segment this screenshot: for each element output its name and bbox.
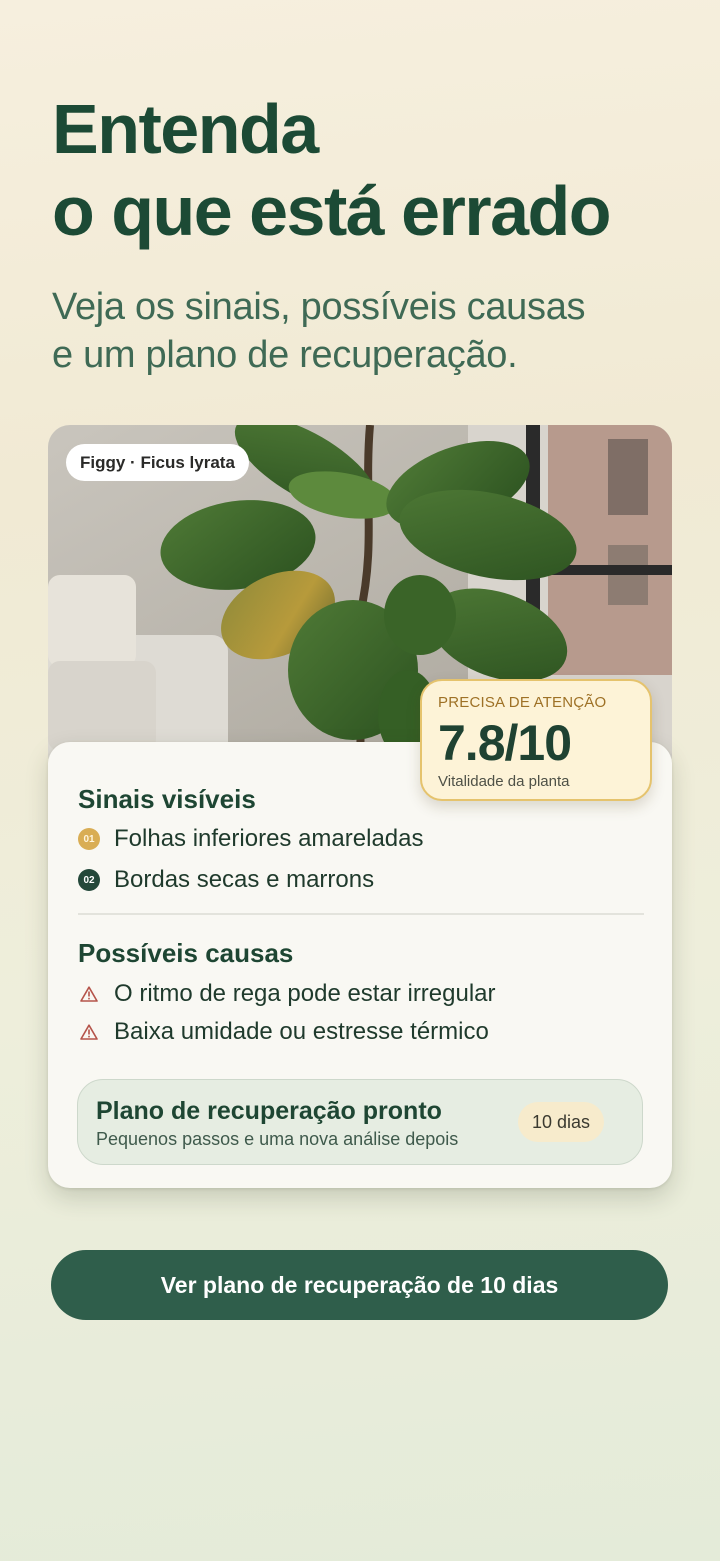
sign-number-badge: 01	[78, 828, 100, 850]
sign-item: 01 Folhas inferiores amareladas	[78, 825, 423, 853]
signs-title: Sinais visíveis	[78, 784, 256, 814]
diagnosis-card: Sinais visíveis 01 Folhas inferiores ama…	[48, 742, 672, 1188]
warning-icon	[78, 983, 100, 1005]
sign-number-badge: 02	[78, 869, 100, 891]
causes-title: Possíveis causas	[78, 938, 294, 968]
vitality-score-card: PRECISA DE ATENÇÃO 7.8/10 Vitalidade da …	[420, 679, 652, 801]
page-subtitle: Veja os sinais, possíveis causas e um pl…	[52, 283, 586, 379]
page-title-line-2: o que está errado	[52, 172, 612, 250]
sign-text: Folhas inferiores amareladas	[114, 825, 424, 852]
page-title: Entenda o que está errado	[52, 88, 612, 252]
cause-item: O ritmo de rega pode estar irregular	[78, 980, 496, 1008]
plan-title: Plano de recuperação pronto	[96, 1097, 442, 1125]
page-subtitle-line-2: e um plano de recuperação.	[52, 334, 518, 376]
page-subtitle-line-1: Veja os sinais, possíveis causas	[52, 286, 586, 328]
plan-duration-badge: 10 dias	[517, 1102, 604, 1142]
section-divider	[78, 913, 644, 915]
cause-text: O ritmo de rega pode estar irregular	[114, 980, 496, 1007]
status-badge: PRECISA DE ATENÇÃO	[438, 694, 607, 711]
plan-subtitle: Pequenos passos e uma nova análise depoi…	[96, 1129, 459, 1149]
plant-name-badge: Figgy · Ficus lyrata	[66, 444, 249, 481]
recovery-plan-summary[interactable]: Plano de recuperação pronto Pequenos pas…	[77, 1079, 643, 1165]
sign-item: 02 Bordas secas e marrons	[78, 866, 374, 894]
warning-icon	[78, 1021, 100, 1043]
sign-text: Bordas secas e marrons	[114, 866, 375, 893]
page-title-line-1: Entenda	[52, 90, 319, 168]
view-recovery-plan-button[interactable]: Ver plano de recuperação de 10 dias	[51, 1250, 668, 1320]
vitality-score-value: 7.8/10	[438, 715, 572, 771]
vitality-score-caption: Vitalidade da planta	[438, 773, 570, 790]
cause-item: Baixa umidade ou estresse térmico	[78, 1018, 489, 1046]
cause-text: Baixa umidade ou estresse térmico	[114, 1018, 489, 1045]
